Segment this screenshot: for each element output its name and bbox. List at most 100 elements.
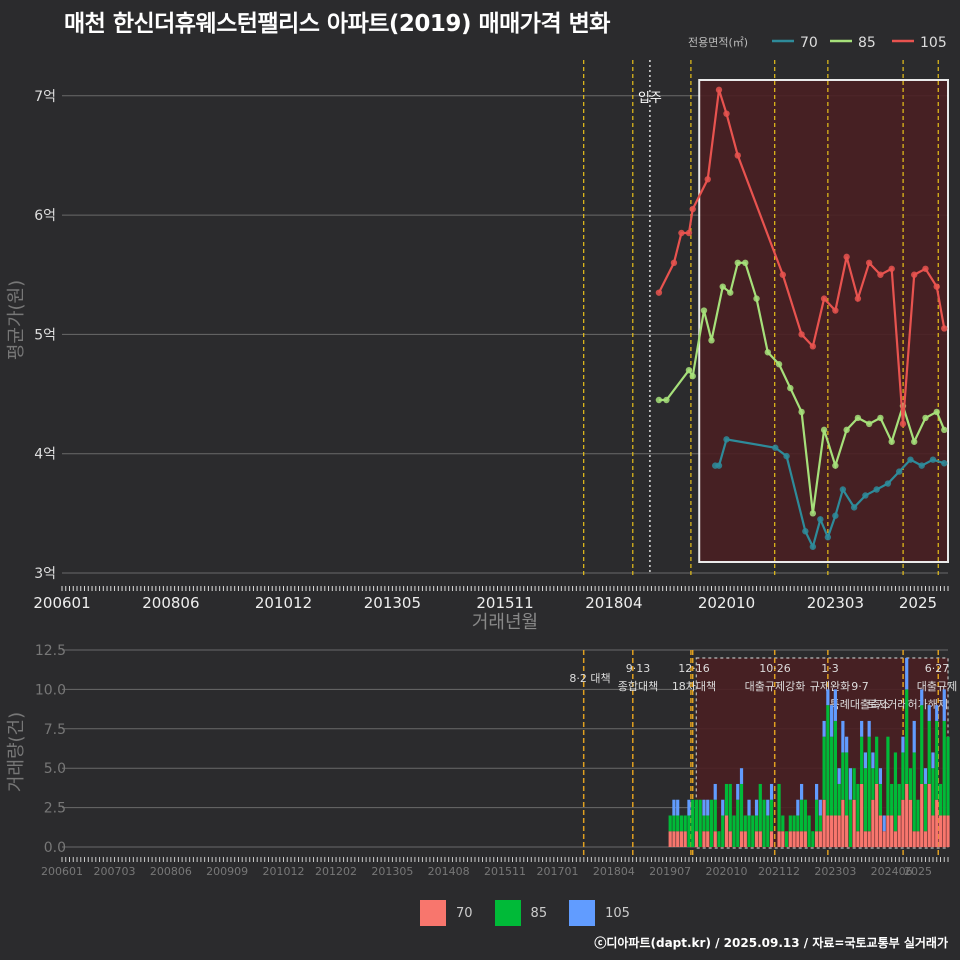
x-tick-label-bottom: 201701 xyxy=(537,865,579,878)
policy-label: 대출규제강화 xyxy=(745,680,806,693)
volume-bar xyxy=(893,752,898,832)
volume-bar xyxy=(878,815,883,847)
volume-bar xyxy=(796,831,800,847)
legend-label-top-85: 85 xyxy=(858,35,876,51)
series-point-105 xyxy=(670,259,678,267)
volume-bar xyxy=(676,799,680,816)
series-point-105 xyxy=(685,229,693,237)
volume-bar xyxy=(706,815,710,832)
policy-label: 10·26 xyxy=(759,662,791,675)
series-point-70 xyxy=(873,486,880,493)
volume-bar xyxy=(668,815,672,832)
volume-bar xyxy=(728,783,732,832)
series-point-85 xyxy=(877,414,884,422)
volume-bar xyxy=(766,799,770,816)
volume-bar xyxy=(893,831,898,847)
legend-label-105: 105 xyxy=(605,905,630,921)
volume-bar xyxy=(837,768,841,784)
x-tick-label-bottom: 201408 xyxy=(428,865,470,878)
series-point-105 xyxy=(704,176,711,183)
series-point-105 xyxy=(798,331,805,338)
volume-bar xyxy=(826,689,830,706)
x-tick-label-bottom: 200601 xyxy=(41,865,83,878)
volume-bar xyxy=(758,783,762,832)
volume-bar xyxy=(863,752,868,769)
volume-bar xyxy=(668,831,672,847)
volume-bar xyxy=(709,799,714,847)
volume-bar xyxy=(920,689,924,706)
volume-bar xyxy=(792,831,796,847)
volume-bar xyxy=(867,736,871,832)
volume-bar xyxy=(942,815,946,847)
x-tick-label-bottom: 201804 xyxy=(593,865,635,878)
volume-bar xyxy=(871,752,875,769)
y-tick-label-bottom: 2.5 xyxy=(44,801,66,817)
volume-bar xyxy=(822,799,826,847)
volume-bar xyxy=(938,783,943,816)
series-point-85 xyxy=(727,289,734,296)
volume-bar xyxy=(946,736,950,816)
volume-bar xyxy=(848,799,852,847)
volume-bar xyxy=(927,783,931,847)
series-point-105 xyxy=(715,86,723,94)
legend-item-105: 105 xyxy=(569,900,630,926)
x-tick-label-bottom: 200703 xyxy=(94,865,136,878)
series-point-85 xyxy=(708,337,715,344)
volume-bar xyxy=(683,831,687,847)
volume-bar xyxy=(942,689,946,721)
volume-bar xyxy=(905,689,909,784)
x-tick-label-bottom: 200909 xyxy=(206,865,248,878)
volume-bar xyxy=(905,783,909,847)
x-tick-label-bottom: 202010 xyxy=(706,865,748,878)
volume-bar xyxy=(818,815,822,832)
series-point-105 xyxy=(779,271,787,278)
volume-bar xyxy=(916,799,920,832)
volume-bar xyxy=(818,799,822,816)
volume-bar xyxy=(672,799,676,816)
volume-bar xyxy=(871,799,875,847)
volume-bar xyxy=(766,815,770,847)
policy-label: 18차대책 xyxy=(672,680,716,693)
volume-bar xyxy=(833,720,837,816)
bar-legend: 70 85 105 xyxy=(420,900,642,926)
series-point-70 xyxy=(884,480,892,487)
volume-bar xyxy=(867,831,871,847)
x-tick-label-top: 201511 xyxy=(476,594,533,612)
series-point-105 xyxy=(843,253,850,261)
volume-bar xyxy=(736,783,740,800)
volume-bar xyxy=(724,783,729,816)
series-point-85 xyxy=(888,438,895,445)
y-tick-label-bottom: 10.0 xyxy=(35,682,66,698)
policy-label: 종합대책 xyxy=(618,680,658,693)
x-tick-label-bottom: 201511 xyxy=(484,865,526,878)
volume-bar xyxy=(784,831,789,847)
volume-bar xyxy=(856,831,860,847)
volume-bar xyxy=(736,799,740,847)
volume-bar xyxy=(799,799,804,832)
series-point-85 xyxy=(865,420,873,428)
volume-bar xyxy=(754,831,759,847)
series-point-85 xyxy=(742,259,749,267)
volume-bar xyxy=(886,815,890,847)
y-tick-label-bottom: 5.0 xyxy=(44,761,66,777)
volume-bar xyxy=(713,799,717,832)
volume-bar xyxy=(860,720,864,737)
volume-bar xyxy=(841,799,845,847)
volume-bar xyxy=(878,768,883,784)
volume-bar xyxy=(908,768,913,800)
volume-bar xyxy=(912,720,916,753)
volume-bar xyxy=(721,815,725,847)
x-tick-label-bottom: 2025 xyxy=(904,865,932,878)
volume-bar xyxy=(905,657,909,690)
volume-bar xyxy=(781,815,785,832)
volume-bar xyxy=(946,815,950,847)
series-point-105 xyxy=(832,307,839,314)
volume-bar xyxy=(912,752,916,832)
series-point-85 xyxy=(820,426,828,434)
volume-bar xyxy=(769,799,774,832)
legend-title-top: 전용면적(㎡) xyxy=(688,36,748,49)
volume-bar xyxy=(754,815,759,832)
volume-bar xyxy=(856,783,860,832)
series-point-105 xyxy=(678,229,685,237)
series-point-70 xyxy=(907,456,914,463)
